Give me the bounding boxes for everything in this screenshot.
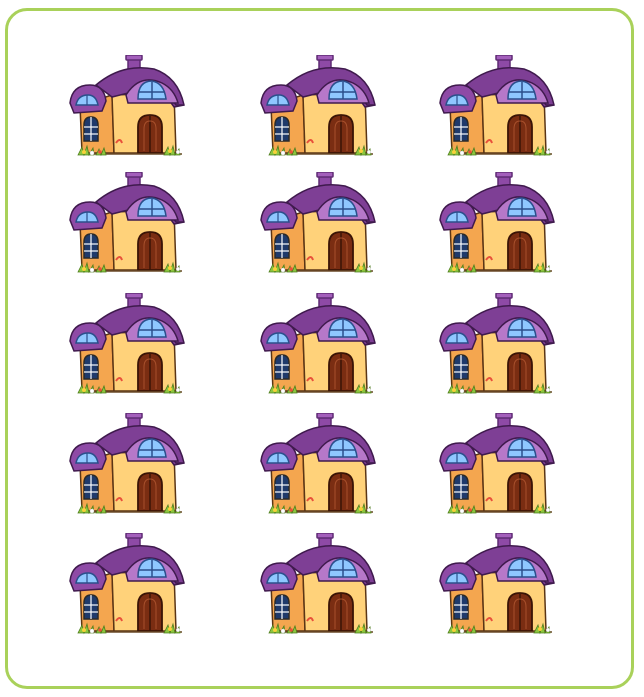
house-icon [66,172,188,278]
house-icon [257,55,379,161]
house-icon [257,533,379,639]
house-icon [436,55,558,161]
house-icon [257,172,379,278]
house-icon [66,413,188,519]
house-icon [436,533,558,639]
house-icon [436,172,558,278]
house-icon [66,55,188,161]
house-icon [66,293,188,399]
house-icon [436,413,558,519]
house-icon [436,293,558,399]
house-icon [66,533,188,639]
house-icon [257,293,379,399]
house-icon [257,413,379,519]
house-grid [0,0,644,697]
